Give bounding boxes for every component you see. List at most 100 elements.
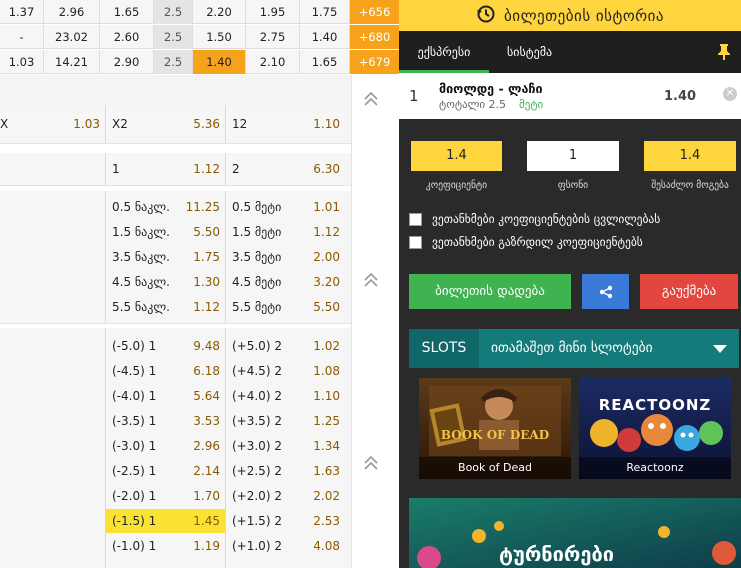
odds-cell[interactable]: -	[0, 25, 44, 49]
pin-icon[interactable]	[717, 43, 731, 64]
handicap1-odd[interactable]: 9.48	[180, 339, 220, 353]
under-label[interactable]: 0.5 ნაკლ.	[112, 200, 170, 214]
under-label[interactable]: 4.5 ნაკლ.	[112, 275, 170, 289]
handicap2-label[interactable]: (+2.0) 2	[232, 489, 282, 503]
odds-cell[interactable]: 1.03	[0, 50, 44, 74]
tournaments-banner[interactable]: ტურნირები	[409, 498, 741, 568]
handicap1-odd[interactable]: 6.18	[180, 364, 220, 378]
history-header[interactable]: ბილეთების ისტორია	[399, 0, 741, 31]
tab-system[interactable]: სისტემა	[507, 31, 552, 73]
handicap2-label[interactable]: (+1.5) 2	[232, 514, 282, 528]
under-odd[interactable]: 1.30	[180, 275, 220, 289]
under-odd[interactable]: 5.50	[180, 225, 220, 239]
market-odd[interactable]: 6.30	[300, 162, 340, 176]
odds-cell[interactable]: 1.75	[300, 0, 350, 24]
handicap2-odd[interactable]: 1.08	[300, 364, 340, 378]
odds-cell[interactable]: 2.10	[246, 50, 300, 74]
chevron-down-icon[interactable]	[713, 345, 727, 353]
market-label[interactable]: 2	[232, 162, 240, 176]
handicap1-odd[interactable]: 2.96	[180, 439, 220, 453]
handicap1-label[interactable]: (-2.0) 1	[112, 489, 156, 503]
handicap2-label[interactable]: (+4.0) 2	[232, 389, 282, 403]
under-odd[interactable]: 1.75	[180, 250, 220, 264]
game-tile-book-of-dead[interactable]: BOOK OF DEAD Book of Dead	[419, 378, 571, 479]
handicap2-label[interactable]: (+5.0) 2	[232, 339, 282, 353]
over-odd[interactable]: 1.01	[300, 200, 340, 214]
over-odd[interactable]: 3.20	[300, 275, 340, 289]
odds-cell[interactable]: 1.95	[246, 0, 300, 24]
handicap1-label[interactable]: (-5.0) 1	[112, 339, 156, 353]
handicap1-label[interactable]: (-3.0) 1	[112, 439, 156, 453]
remove-bet-icon[interactable]: ✕	[723, 87, 737, 101]
handicap2-odd[interactable]: 2.53	[300, 514, 340, 528]
market-odd[interactable]: 1.03	[60, 117, 100, 131]
odds-cell[interactable]: 2.60	[100, 25, 154, 49]
odds-cell[interactable]: 14.21	[44, 50, 100, 74]
odds-cell[interactable]: 2.5	[154, 50, 193, 74]
market-label[interactable]: X	[0, 117, 8, 131]
handicap1-label[interactable]: (-1.5) 1	[112, 514, 156, 528]
handicap1-label[interactable]: (-1.0) 1	[112, 539, 156, 553]
odds-cell[interactable]: 23.02	[44, 25, 100, 49]
slots-banner[interactable]: SLOTS ითამაშეთ მინი სლოტები	[409, 329, 739, 368]
over-label[interactable]: 0.5 მეტი	[232, 200, 281, 214]
odds-cell[interactable]: 2.90	[100, 50, 154, 74]
place-bet-button[interactable]: ბილეთის დადება	[409, 274, 571, 309]
handicap2-odd[interactable]: 4.08	[300, 539, 340, 553]
odds-cell[interactable]: 2.5	[154, 0, 193, 24]
market-odd[interactable]: 1.10	[300, 117, 340, 131]
market-odd[interactable]: 1.12	[180, 162, 220, 176]
handicap1-label[interactable]: (-4.5) 1	[112, 364, 156, 378]
odds-cell[interactable]: 1.37	[0, 0, 44, 24]
handicap2-odd[interactable]: 2.02	[300, 489, 340, 503]
game-tile-reactoonz[interactable]: REACTOONZ Reactoonz	[579, 378, 731, 479]
market-label[interactable]: 12	[232, 117, 247, 131]
handicap1-odd[interactable]: 2.14	[180, 464, 220, 478]
odds-cell[interactable]: 2.75	[246, 25, 300, 49]
handicap1-odd[interactable]: 3.53	[180, 414, 220, 428]
handicap1-odd[interactable]: 1.45	[180, 514, 220, 528]
under-odd[interactable]: 1.12	[180, 300, 220, 314]
more-markets-count[interactable]: +680	[350, 25, 399, 49]
handicap2-odd[interactable]: 1.63	[300, 464, 340, 478]
market-label[interactable]: X2	[112, 117, 128, 131]
under-label[interactable]: 5.5 ნაკლ.	[112, 300, 170, 314]
over-label[interactable]: 1.5 მეტი	[232, 225, 281, 239]
handicap1-odd[interactable]: 5.64	[180, 389, 220, 403]
handicap2-label[interactable]: (+4.5) 2	[232, 364, 282, 378]
odds-cell[interactable]: 1.40	[300, 25, 350, 49]
odds-cell[interactable]: 2.20	[193, 0, 246, 24]
over-label[interactable]: 5.5 მეტი	[232, 300, 281, 314]
over-odd[interactable]: 2.00	[300, 250, 340, 264]
collapse-chevron-icon[interactable]	[362, 454, 380, 472]
odds-cell[interactable]: 1.50	[193, 25, 246, 49]
handicap2-label[interactable]: (+3.0) 2	[232, 439, 282, 453]
handicap1-label[interactable]: (-2.5) 1	[112, 464, 156, 478]
under-label[interactable]: 1.5 ნაკლ.	[112, 225, 170, 239]
market-odd[interactable]: 5.36	[180, 117, 220, 131]
share-button[interactable]	[582, 274, 629, 309]
more-markets-count[interactable]: +656	[350, 0, 399, 24]
handicap1-label[interactable]: (-3.5) 1	[112, 414, 156, 428]
under-label[interactable]: 3.5 ნაკლ.	[112, 250, 170, 264]
stake-input[interactable]: 1	[527, 141, 619, 171]
odds-cell[interactable]: 1.65	[300, 50, 350, 74]
market-label[interactable]: 1	[112, 162, 120, 176]
handicap2-label[interactable]: (+2.5) 2	[232, 464, 282, 478]
collapse-chevron-icon[interactable]	[362, 90, 380, 108]
tab-express[interactable]: ექსპრესი	[399, 31, 489, 73]
accept-odds-change-checkbox[interactable]: ვეთანხმები კოეფიციენტების ცვლილებას	[409, 212, 660, 226]
over-label[interactable]: 4.5 მეტი	[232, 275, 281, 289]
odds-cell[interactable]: 2.96	[44, 0, 100, 24]
handicap1-label[interactable]: (-4.0) 1	[112, 389, 156, 403]
odds-cell[interactable]: 2.5	[154, 25, 193, 49]
collapse-chevron-icon[interactable]	[362, 271, 380, 289]
handicap2-odd[interactable]: 1.02	[300, 339, 340, 353]
handicap2-odd[interactable]: 1.34	[300, 439, 340, 453]
over-label[interactable]: 3.5 მეტი	[232, 250, 281, 264]
cancel-button[interactable]: გაუქმება	[640, 274, 738, 309]
odds-cell[interactable]: 1.65	[100, 0, 154, 24]
accept-increased-odds-checkbox[interactable]: ვეთანხმები გაზრდილ კოეფიციენტებს	[409, 235, 643, 249]
handicap2-odd[interactable]: 1.10	[300, 389, 340, 403]
handicap1-odd[interactable]: 1.70	[180, 489, 220, 503]
